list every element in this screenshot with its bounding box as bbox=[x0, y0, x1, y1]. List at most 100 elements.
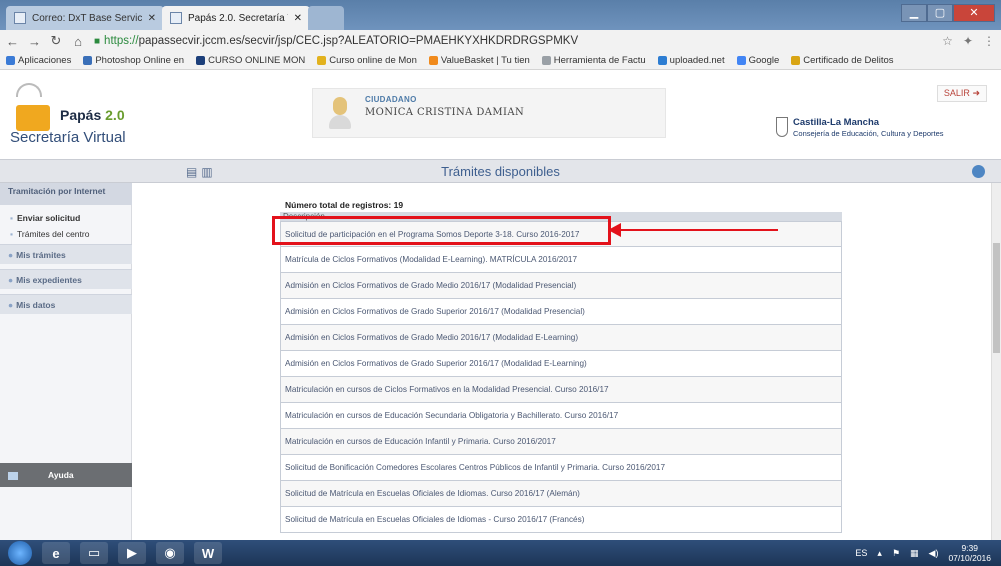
table-row[interactable]: Solicitud de Matrícula en Escuelas Ofici… bbox=[280, 507, 842, 533]
crest-icon bbox=[776, 117, 788, 137]
bookmark-icon bbox=[428, 56, 438, 65]
table-row[interactable]: Matriculación en cursos de Educación Inf… bbox=[280, 429, 842, 455]
sidebar-item-enviar-solicitud[interactable]: ▪ Enviar solicitud bbox=[10, 213, 80, 223]
extension-icon[interactable]: ✦ bbox=[963, 34, 973, 48]
exit-arrow-icon: ➜ bbox=[972, 88, 980, 98]
org-department: Consejería de Educación, Cultura y Depor… bbox=[793, 129, 944, 138]
language-indicator[interactable]: ES bbox=[855, 548, 867, 558]
sidebar-item-tramites-centro[interactable]: ▪ Trámites del centro bbox=[10, 229, 89, 239]
bookmark-valuebasket[interactable]: ValueBasket | Tu tien bbox=[428, 55, 530, 66]
minimize-button[interactable]: ▁ bbox=[901, 4, 927, 22]
bookmark-icon bbox=[83, 56, 93, 65]
table-row[interactable]: Admisión en Ciclos Formativos de Grado M… bbox=[280, 273, 842, 299]
procedures-list: Solicitud de participación en el Program… bbox=[280, 221, 842, 533]
sidebar-section-title: Tramitación por Internet bbox=[0, 183, 132, 205]
taskbar: e ▭ ▶ ◉ W ES ▴ ⚑ ▦ ◀) 9:39 07/10/2016 bbox=[0, 540, 1001, 566]
bookmarks-bar: Aplicaciones Photoshop Online en CURSO O… bbox=[0, 52, 1001, 70]
help-button[interactable]: Ayuda bbox=[0, 463, 132, 487]
citizen-name: MONICA CRISTINA DAMIAN bbox=[365, 107, 525, 118]
help-icon[interactable] bbox=[972, 165, 985, 178]
tab-papas[interactable]: Papás 2.0. Secretaría Virt ✕ bbox=[162, 6, 310, 30]
bookmark-curso-online[interactable]: CURSO ONLINE MON bbox=[196, 55, 305, 66]
network-icon[interactable]: ▦ bbox=[910, 548, 919, 559]
clock-date: 07/10/2016 bbox=[948, 553, 991, 563]
new-tab-button[interactable] bbox=[308, 6, 344, 30]
maximize-button[interactable]: ▢ bbox=[927, 4, 953, 22]
bookmark-google[interactable]: Google bbox=[736, 55, 779, 66]
forward-icon[interactable]: → bbox=[28, 34, 41, 49]
google-icon bbox=[736, 56, 746, 65]
bookmark-icon bbox=[317, 56, 327, 65]
bullet-icon: ● bbox=[8, 300, 14, 310]
bookmark-curso-mon[interactable]: Curso online de Mon bbox=[317, 55, 417, 66]
chrome-icon[interactable]: ◉ bbox=[156, 542, 184, 564]
citizen-role: CIUDADANO bbox=[365, 95, 417, 104]
citizen-box: CIUDADANO MONICA CRISTINA DAMIAN bbox=[312, 88, 666, 138]
system-tray: ES ▴ ⚑ ▦ ◀) 9:39 07/10/2016 bbox=[855, 543, 991, 563]
tray-arrow-icon[interactable]: ▴ bbox=[877, 548, 882, 559]
highlight-box bbox=[272, 216, 611, 245]
file-explorer-icon[interactable]: ▭ bbox=[80, 542, 108, 564]
bullet-icon: ● bbox=[8, 250, 14, 260]
scrollbar-thumb[interactable] bbox=[993, 243, 1000, 353]
bookmark-herramienta[interactable]: Herramienta de Factu bbox=[541, 55, 646, 66]
table-row[interactable]: Solicitud de Bonificación Comedores Esco… bbox=[280, 455, 842, 481]
sidebar-item-mis-expedientes[interactable]: ● Mis expedientes bbox=[0, 269, 132, 289]
flag-icon[interactable]: ⚑ bbox=[892, 548, 900, 559]
internet-explorer-icon[interactable]: e bbox=[42, 542, 70, 564]
close-icon[interactable]: ✕ bbox=[294, 13, 302, 24]
star-icon[interactable]: ☆ bbox=[942, 34, 953, 48]
tab-correo[interactable]: Correo: DxT Base Servici ✕ bbox=[6, 6, 164, 30]
table-row[interactable]: Matriculación en cursos de Educación Sec… bbox=[280, 403, 842, 429]
page-title: Trámites disponibles bbox=[441, 164, 560, 179]
url-field[interactable]: ■ https://papassecvir.jccm.es/secvir/jsp… bbox=[94, 35, 932, 47]
menu-icon[interactable]: ⋮ bbox=[983, 34, 995, 48]
scrollbar[interactable] bbox=[991, 183, 1001, 540]
bullet-icon: ● bbox=[8, 275, 14, 285]
sidebar-item-mis-datos[interactable]: ● Mis datos bbox=[0, 294, 132, 314]
window-close-button[interactable]: ✕ bbox=[953, 4, 995, 22]
bookmark-icon bbox=[196, 56, 206, 65]
logout-button[interactable]: SALIR ➜ bbox=[936, 85, 987, 102]
table-row[interactable]: Admisión en Ciclos Formativos de Grado S… bbox=[280, 351, 842, 377]
logo-version: 2.0 bbox=[105, 107, 125, 123]
volume-icon[interactable]: ◀) bbox=[929, 548, 939, 559]
table-row[interactable]: Solicitud de Matrícula en Escuelas Ofici… bbox=[280, 481, 842, 507]
bookmark-certificado[interactable]: Certificado de Delitos bbox=[791, 55, 894, 66]
bookmark-icon bbox=[791, 56, 801, 65]
title-band: ▤▥ Trámites disponibles bbox=[0, 159, 1001, 183]
bullet-icon: ▪ bbox=[10, 229, 14, 239]
clock[interactable]: 9:39 07/10/2016 bbox=[948, 543, 991, 563]
close-icon[interactable]: ✕ bbox=[148, 13, 156, 24]
start-button[interactable] bbox=[8, 541, 32, 565]
papas-logo[interactable]: Papás 2.0 Secretaría Virtual bbox=[10, 83, 130, 153]
sidebar-item-mis-tramites[interactable]: ● Mis trámites bbox=[0, 244, 132, 264]
bookmark-uploaded[interactable]: uploaded.net bbox=[657, 55, 725, 66]
bookmark-icon bbox=[541, 56, 551, 65]
bullet-icon: ▪ bbox=[10, 213, 14, 223]
tab-label: Correo: DxT Base Servici bbox=[32, 12, 142, 24]
media-player-icon[interactable]: ▶ bbox=[118, 542, 146, 564]
url-text: papassecvir.jccm.es/secvir/jsp/CEC.jsp?A… bbox=[138, 35, 579, 47]
bookmark-photoshop[interactable]: Photoshop Online en bbox=[83, 55, 184, 66]
home-icon[interactable]: ⌂ bbox=[72, 34, 84, 49]
signal-icon bbox=[16, 83, 42, 97]
table-row[interactable]: Matrícula de Ciclos Formativos (Modalida… bbox=[280, 247, 842, 273]
table-row[interactable]: Admisión en Ciclos Formativos de Grado S… bbox=[280, 299, 842, 325]
url-scheme: https:// bbox=[104, 35, 139, 47]
sidebar: Tramitación por Internet ▪ Enviar solicit… bbox=[0, 183, 132, 540]
word-icon[interactable]: W bbox=[194, 542, 222, 564]
page-icon bbox=[170, 12, 182, 24]
bookmark-apps[interactable]: Aplicaciones bbox=[6, 55, 71, 66]
reload-icon[interactable]: ↻ bbox=[50, 33, 62, 49]
book-icon bbox=[8, 471, 18, 480]
back-icon[interactable]: ← bbox=[6, 34, 19, 49]
table-row[interactable]: Matriculación en cursos de Ciclos Format… bbox=[280, 377, 842, 403]
tab-label: Papás 2.0. Secretaría Virt bbox=[188, 12, 288, 24]
jccm-logo: Castilla-La Mancha Consejería de Educaci… bbox=[776, 115, 946, 145]
procedures-panel: Número total de registros: 19 Descripció… bbox=[133, 183, 991, 540]
table-row[interactable]: Admisión en Ciclos Formativos de Grado M… bbox=[280, 325, 842, 351]
logo-subtitle: Secretaría Virtual bbox=[10, 129, 126, 146]
page-header: Papás 2.0 Secretaría Virtual CIUDADANO M… bbox=[0, 71, 1001, 159]
org-name: Castilla-La Mancha bbox=[793, 117, 880, 128]
